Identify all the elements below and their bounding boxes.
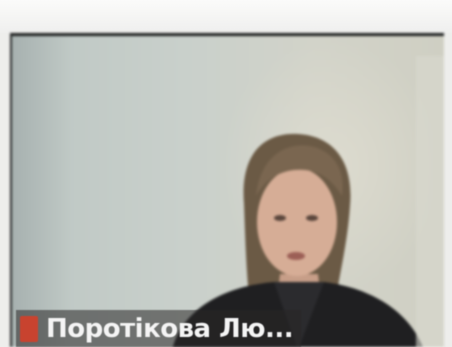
video-call-window: Поротікова Лю... — [0, 0, 452, 347]
participant-name-tag: Поротікова Лю... — [16, 310, 302, 347]
participant-video-tile[interactable] — [10, 33, 444, 347]
participant-name: Поротікова Лю... — [46, 313, 294, 344]
participant-mouth — [287, 252, 305, 260]
mic-muted-icon — [20, 315, 38, 342]
left-gutter — [0, 33, 10, 347]
participant-eye-right — [306, 215, 318, 221]
window-top-bar — [0, 0, 452, 33]
participant-video-feed — [172, 56, 444, 347]
participant-eye-left — [274, 215, 286, 221]
